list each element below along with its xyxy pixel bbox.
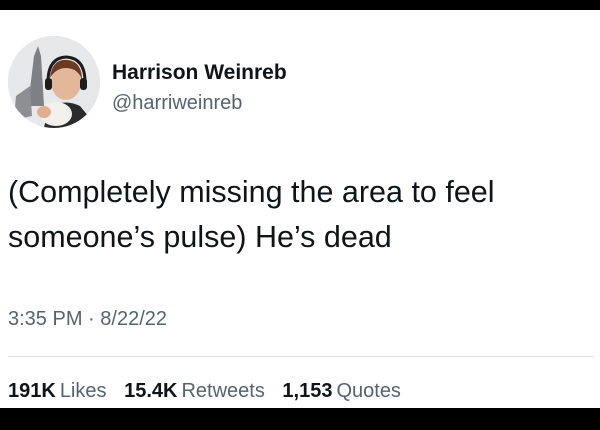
retweets-label: Retweets [181,380,265,402]
quotes-label: Quotes [336,380,401,402]
author-handle[interactable]: @harriweinreb [112,90,287,116]
tweet-header: Harrison Weinreb @harriweinreb [8,36,568,136]
likes-label: Likes [59,380,107,402]
tweet-text-line: (Completely missing the area to feel [8,175,495,209]
likes-count: 191K [8,380,56,402]
quotes-count: 1,153 [282,380,333,402]
tweet-text-line: someone’s pulse) He’s dead [8,220,392,254]
likes-stat[interactable]: 191K Likes [8,380,107,403]
avatar-photo [8,36,100,128]
retweets-count: 15.4K [124,380,178,402]
avatar[interactable] [8,36,100,128]
tweet-time: 3:35 PM [8,308,83,330]
author-names: Harrison Weinreb @harriweinreb [112,60,287,116]
divider [8,356,594,357]
tweet-stats: 191K Likes 15.4K Retweets 1,153 Quotes [8,380,413,403]
author-display-name[interactable]: Harrison Weinreb [112,60,287,86]
retweets-stat[interactable]: 15.4K Retweets [124,380,265,403]
tweet-date: 8/22/22 [100,308,168,330]
meta-separator: · [88,308,95,330]
quotes-stat[interactable]: 1,153 Quotes [282,380,401,403]
tweet-timestamp[interactable]: 3:35 PM · 8/22/22 [8,308,167,331]
tweet-text: (Completely missing the area to feel som… [8,170,593,260]
tweet-card: Harrison Weinreb @harriweinreb (Complete… [0,10,600,408]
